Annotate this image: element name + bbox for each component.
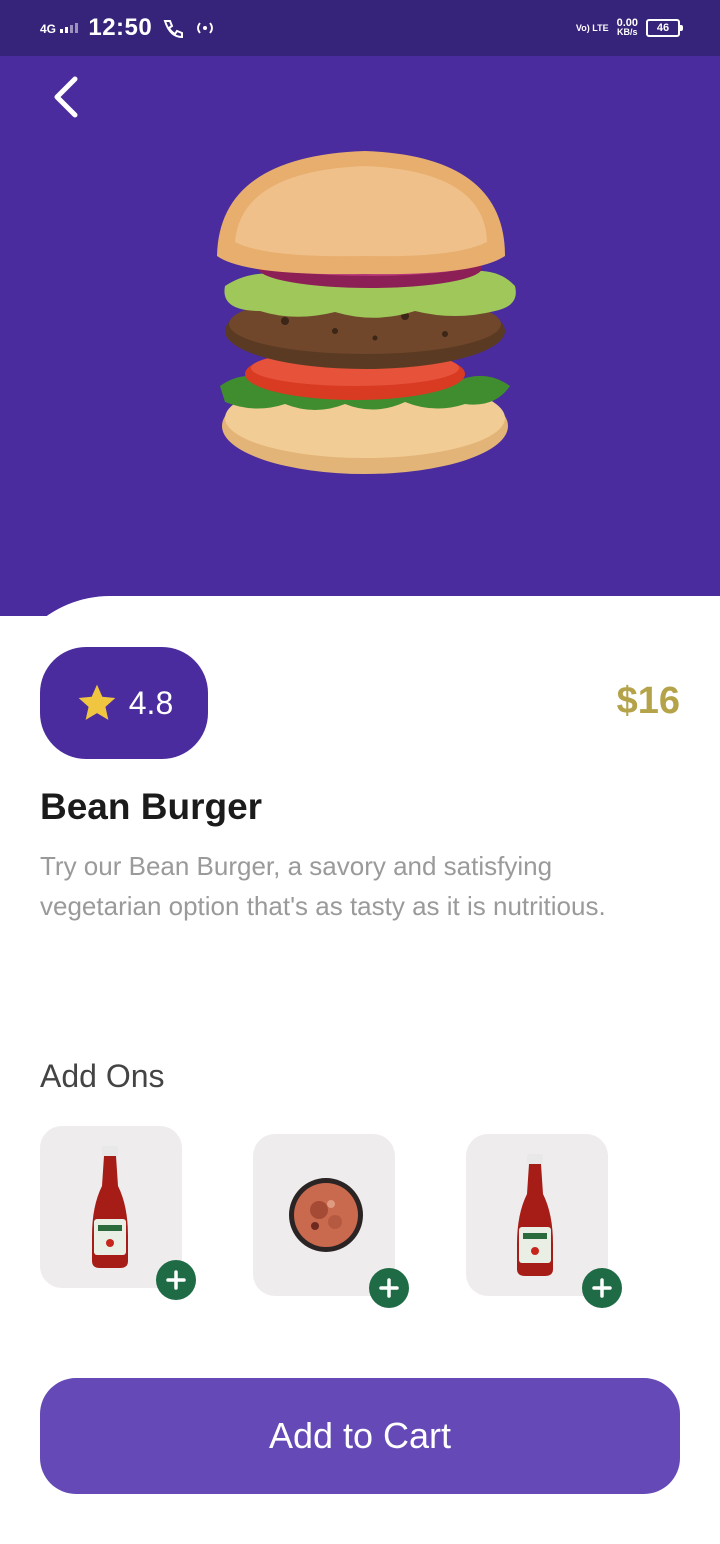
addons-heading: Add Ons [40,1058,165,1094]
plus-icon [592,1278,612,1298]
chevron-left-icon [54,76,78,118]
product-title: Bean Burger [40,786,263,827]
rating-badge: 4.8 [40,647,208,759]
add-ketchup-2-button[interactable] [582,1268,622,1308]
back-button[interactable] [40,72,90,122]
battery-level: 46 [656,22,670,34]
call-forward-icon [163,20,184,38]
battery-icon: 46 [646,19,683,37]
addon-card-sauce[interactable] [253,1134,409,1308]
add-to-cart-button[interactable]: Add to Cart [40,1378,680,1494]
network-label: 4G [40,21,57,36]
addon-card-ketchup-2[interactable] [466,1134,622,1308]
product-description: Try our Bean Burger, a savory and satisf… [40,851,606,921]
ketchup-bottle-icon [92,1146,128,1268]
add-sauce-button[interactable] [369,1268,409,1308]
network-indicator: 4G [40,21,79,36]
product-price: $16 [616,680,680,722]
addon-card-ketchup[interactable] [40,1126,196,1300]
add-ketchup-button[interactable] [156,1260,196,1300]
burger-image [217,151,516,474]
data-speed: 0.00 KB/s [617,18,638,37]
rating-value: 4.8 [128,684,174,721]
plus-icon [379,1278,399,1298]
ketchup-bottle-icon [517,1154,553,1276]
plus-icon [166,1270,186,1290]
star-icon [78,684,116,720]
clock: 12:50 [88,14,153,41]
volte-indicator: Vo) LTE [575,22,609,33]
hero-banner [0,56,720,616]
status-bar: 4G 12:50 Vo) LTE 0.00 KB/s 46 [0,0,720,56]
speed-unit: KB/s [617,27,638,37]
product-detail-sheet: 4.8 $16 Bean Burger Try our Bean Burger,… [0,596,720,1544]
sauce-bowl-icon [289,1178,363,1252]
hotspot-icon [197,22,214,34]
signal-icon [60,22,79,33]
